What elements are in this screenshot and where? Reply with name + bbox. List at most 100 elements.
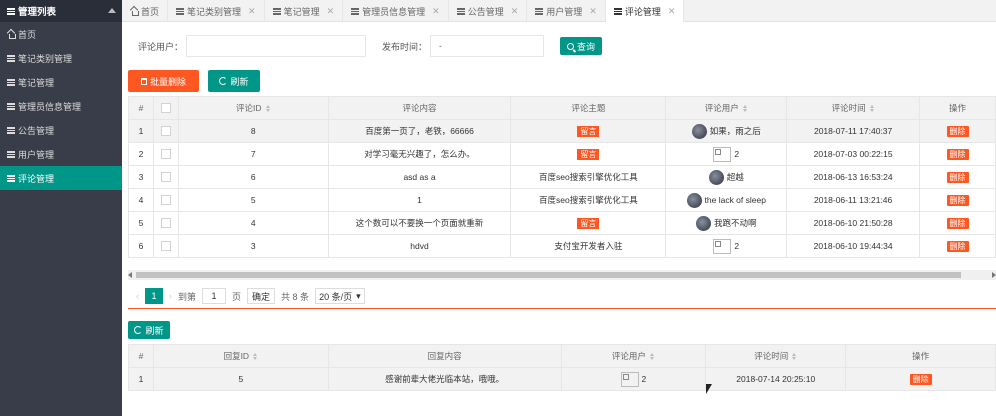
table-row[interactable]: 2 7 对学习毫无兴趣了，怎么办。 留言 2 2018-07-03 00:22:15 删除 [128,142,996,166]
col-select[interactable] [152,96,179,120]
page-size-select[interactable]: 20 条/页 ▾ [315,288,365,304]
close-icon[interactable]: ✕ [248,6,256,17]
list-icon [7,78,15,86]
delete-button[interactable]: 删除 [946,217,969,229]
row-select[interactable] [152,119,179,143]
close-icon[interactable]: ✕ [432,6,440,17]
publish-time-input[interactable]: - [430,35,545,57]
col-reply-content: 回复内容 [327,344,562,368]
sidebar-item-users[interactable]: 用户管理 [0,142,122,166]
sort-icon[interactable] [869,105,875,113]
tab-admins[interactable]: 管理员信息管理 ✕ [343,0,449,22]
comment-user: 如果，雨之后 [665,119,788,143]
close-icon[interactable]: ✕ [668,6,676,17]
table-row[interactable]: 5 4 这个数可以不要换一个页面就重新 留言 我跑不动啊 2018-06-10 21:50… [128,211,996,235]
sidebar-item-label: 管理员信息管理 [18,101,82,112]
col-comment-user[interactable]: 评论用户 [665,96,788,120]
comment-topic: 支付宝开发者入驻 [510,234,667,258]
row-checkbox[interactable] [160,195,171,206]
sort-icon[interactable] [742,105,748,113]
tab-home[interactable]: 首页 [122,0,169,22]
close-icon[interactable]: ✕ [327,6,335,17]
row-actions: 删除 [919,142,996,166]
row-select[interactable] [152,188,179,212]
table-row[interactable]: 3 6 asd as a 百度seo搜索引擎优化工具 超越 2018-06-13 16:5… [128,165,996,189]
comment-id: 8 [177,119,329,143]
reply-id: 5 [152,367,329,391]
next-page-icon[interactable]: › [169,291,172,301]
batch-delete-button[interactable]: 批量删除 [128,70,199,92]
query-button[interactable]: 查询 [560,37,603,55]
sidebar-item-home[interactable]: 首页 [0,22,122,46]
horizontal-scrollbar[interactable] [128,270,996,280]
sidebar-item-announcements[interactable]: 公告管理 [0,118,122,142]
col-reply-time[interactable]: 评论时间 [705,344,847,368]
search-form: 评论用户： 发布时间： - 查询 [138,35,603,57]
tab-notes[interactable]: 笔记管理 ✕ [265,0,344,22]
table-row[interactable]: 1 5 感谢前辈大佬光临本站，哦哦。 2 2018-07-14 20:25:10 删除 [128,367,996,391]
close-icon[interactable]: ✕ [589,6,597,17]
comments-table: # 评论ID 评论内容 评论主题 评论用户 评论时间 操作 1 8 百度第一页了，老… [128,96,996,258]
tab-note-categories[interactable]: 笔记类别管理 ✕ [168,0,265,22]
list-icon [456,7,465,15]
row-select[interactable] [152,165,179,189]
tab-announcements[interactable]: 公告管理 ✕ [449,0,528,22]
sidebar-item-note-categories[interactable]: 笔记类别管理 [0,46,122,70]
delete-button[interactable]: 删除 [946,125,969,137]
user-name: 如果，雨之后 [709,125,761,136]
table-row[interactable]: 1 8 百度第一页了，老铁，66666 留言 如果，雨之后 2018-07-11 17:4… [128,119,996,143]
delete-button[interactable]: 删除 [946,171,969,183]
sidebar-item-admins[interactable]: 管理员信息管理 [0,94,122,118]
col-reply-user[interactable]: 评论用户 [560,344,707,368]
row-actions: 删除 [919,165,996,189]
tab-comments[interactable]: 评论管理 ✕ [605,0,685,22]
sidebar-header[interactable]: 管理列表 [0,0,122,22]
goto-confirm-button[interactable]: 确定 [247,288,276,304]
row-checkbox[interactable] [160,218,171,229]
tab-label: 笔记管理 [283,6,320,17]
row-select[interactable] [152,142,179,166]
sort-icon[interactable] [265,105,271,113]
row-checkbox[interactable] [160,149,171,160]
table-row[interactable]: 6 3 hdvd 支付宝开发者入驻 2 2018-06-10 19:44:34 删除 [128,234,996,258]
delete-button[interactable]: 删除 [946,194,969,206]
current-page[interactable]: 1 [145,288,163,304]
sort-icon[interactable] [253,353,258,361]
sort-icon[interactable] [792,353,797,361]
col-reply-id[interactable]: 回复ID [152,344,329,368]
delete-button[interactable]: 删除 [909,373,932,385]
batch-delete-label: 批量删除 [149,76,186,87]
close-icon[interactable]: ✕ [511,6,519,17]
comment-user-input[interactable] [186,35,367,57]
col-comment-id[interactable]: 评论ID [177,96,329,120]
tab-users[interactable]: 用户管理 ✕ [527,0,606,22]
row-select[interactable] [152,234,179,258]
delete-button[interactable]: 删除 [946,148,969,160]
table-row[interactable]: 4 5 1 百度seo搜索引擎优化工具 the lack of sleep 2018-06… [128,188,996,212]
row-select[interactable] [152,211,179,235]
scrollbar-thumb[interactable] [136,272,961,278]
sidebar-item-comments[interactable]: 评论管理 [0,166,122,190]
prev-page-icon[interactable]: ‹ [136,291,139,301]
delete-button[interactable]: 删除 [946,240,969,252]
goto-page-input[interactable]: 1 [202,288,227,304]
replies-table-wrapper: # 回复ID 回复内容 评论用户 评论时间 操作 1 5 感谢前辈大佬光临本站，哦哦… [128,344,996,391]
select-all-checkbox[interactable] [160,103,171,114]
row-checkbox[interactable] [160,241,171,252]
reply-refresh-button[interactable]: 刷新 [128,321,170,339]
scroll-left-arrow-icon[interactable] [128,272,132,278]
col-comment-time[interactable]: 评论时间 [786,96,921,120]
sidebar-item-notes[interactable]: 笔记管理 [0,70,122,94]
sort-icon[interactable] [649,353,655,361]
collapse-arrow-icon[interactable] [108,8,116,13]
comment-content: 1 [327,188,512,212]
row-checkbox[interactable] [160,126,171,137]
row-checkbox[interactable] [160,172,171,183]
refresh-button[interactable]: 刷新 [208,70,260,92]
comment-id: 4 [177,211,329,235]
row-actions: 删除 [919,211,996,235]
col-label: 评论时间 [831,103,866,113]
list-icon [7,126,15,134]
row-actions: 删除 [919,119,996,143]
scroll-right-arrow-icon[interactable] [992,272,996,278]
